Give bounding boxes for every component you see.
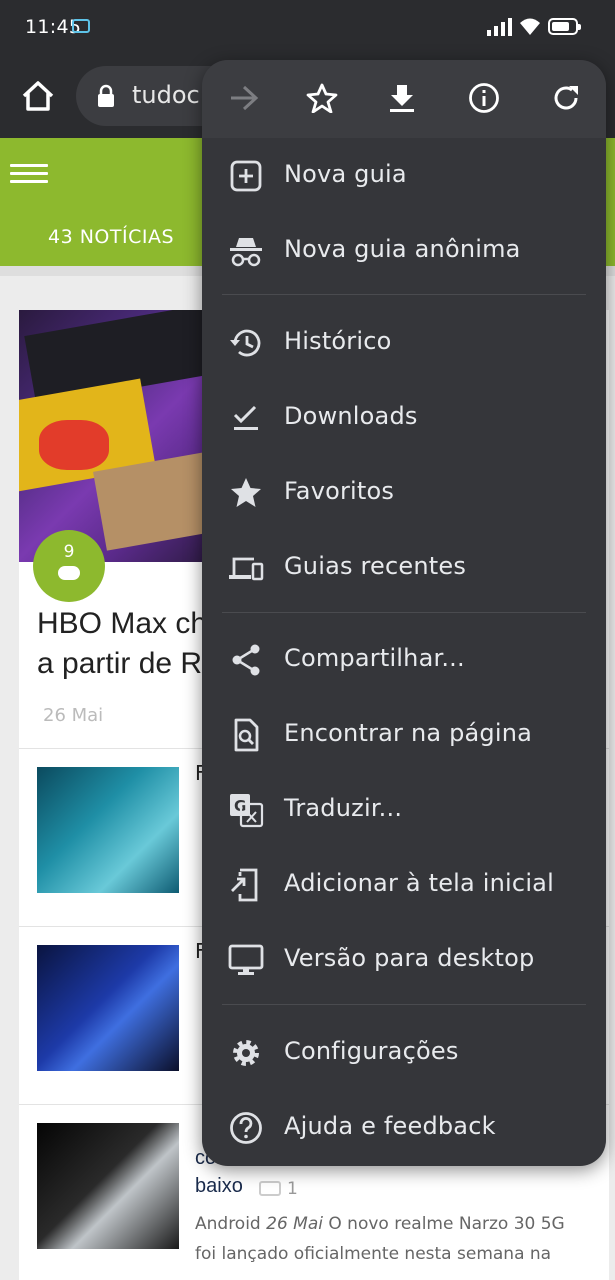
menu-item-translate[interactable]: G Traduzir... xyxy=(202,772,606,847)
menu-divider xyxy=(222,612,586,613)
signal-icon xyxy=(487,18,512,36)
article-thumbnail xyxy=(37,945,179,1071)
info-icon xyxy=(469,83,499,113)
news-count-tab[interactable]: 43 NOTÍCIAS xyxy=(48,226,174,248)
menu-action-bar xyxy=(202,60,606,138)
share-icon xyxy=(232,644,260,676)
comment-count: 9 xyxy=(63,542,75,562)
refresh-button[interactable] xyxy=(544,76,588,120)
lock-icon xyxy=(98,84,114,107)
menu-item-recent-tabs[interactable]: Guias recentes xyxy=(202,530,606,605)
article-title-line2: baixo xyxy=(195,1175,243,1197)
menu-item-find-in-page[interactable]: Encontrar na página xyxy=(202,697,606,772)
star-icon xyxy=(306,83,338,113)
battery-icon xyxy=(548,18,581,35)
add-to-home-icon xyxy=(231,868,258,902)
new-tab-icon xyxy=(230,160,262,192)
find-in-page-icon xyxy=(234,718,259,752)
article-date: 26 Mai xyxy=(266,1214,323,1234)
menu-divider xyxy=(222,294,586,295)
page-info-button[interactable] xyxy=(462,76,506,120)
download-icon xyxy=(390,85,414,112)
forward-button[interactable] xyxy=(222,76,266,120)
history-icon xyxy=(230,329,261,357)
menu-item-share[interactable]: Compartilhar... xyxy=(202,622,606,697)
downloads-check-icon xyxy=(233,405,258,430)
comment-badge: 9 xyxy=(33,530,105,602)
menu-item-downloads[interactable]: Downloads xyxy=(202,380,606,455)
overflow-menu: Nova guia Nova guia anônima Histórico Do… xyxy=(202,60,606,1166)
featured-image xyxy=(19,310,219,562)
menu-item-add-to-home[interactable]: Adicionar à tela inicial xyxy=(202,847,606,922)
translate-icon: G xyxy=(230,794,264,828)
star-filled-icon xyxy=(231,478,261,507)
article-thumbnail xyxy=(37,767,179,893)
notification-icon xyxy=(72,19,90,33)
refresh-icon xyxy=(554,86,578,110)
forward-icon xyxy=(231,85,259,111)
menu-item-new-tab[interactable]: Nova guia xyxy=(202,138,606,213)
hamburger-icon[interactable] xyxy=(10,164,48,184)
wifi-icon xyxy=(520,18,540,35)
menu-item-help[interactable]: Ajuda e feedback xyxy=(202,1090,606,1165)
status-bar: 11:45 xyxy=(0,0,615,56)
url-text: tudoc xyxy=(132,81,200,109)
menu-item-settings[interactable]: Configurações xyxy=(202,1015,606,1090)
home-icon[interactable] xyxy=(18,76,58,116)
comment-bubble-icon xyxy=(58,566,80,580)
menu-item-incognito-tab[interactable]: Nova guia anônima xyxy=(202,213,606,288)
bookmark-button[interactable] xyxy=(300,76,344,120)
article-category: Android xyxy=(195,1214,261,1234)
menu-divider xyxy=(222,1004,586,1005)
menu-item-bookmarks[interactable]: Favoritos xyxy=(202,455,606,530)
article-thumbnail xyxy=(37,1123,179,1249)
menu-item-history[interactable]: Histórico xyxy=(202,305,606,380)
menu-item-desktop-site[interactable]: Versão para desktop xyxy=(202,922,606,997)
comment-count: 1 xyxy=(259,1179,298,1199)
desktop-icon xyxy=(228,944,264,975)
comment-icon xyxy=(259,1181,281,1196)
incognito-icon xyxy=(230,238,262,267)
featured-date: 26 Mai xyxy=(43,705,104,726)
featured-title[interactable]: HBO Max che a partir de R$ xyxy=(37,604,217,684)
download-button[interactable] xyxy=(380,76,424,120)
article-meta: Android 26 Mai O novo realme Narzo 30 5G… xyxy=(195,1209,575,1269)
help-icon xyxy=(230,1112,262,1144)
devices-icon xyxy=(229,557,264,581)
gear-icon xyxy=(233,1040,259,1066)
